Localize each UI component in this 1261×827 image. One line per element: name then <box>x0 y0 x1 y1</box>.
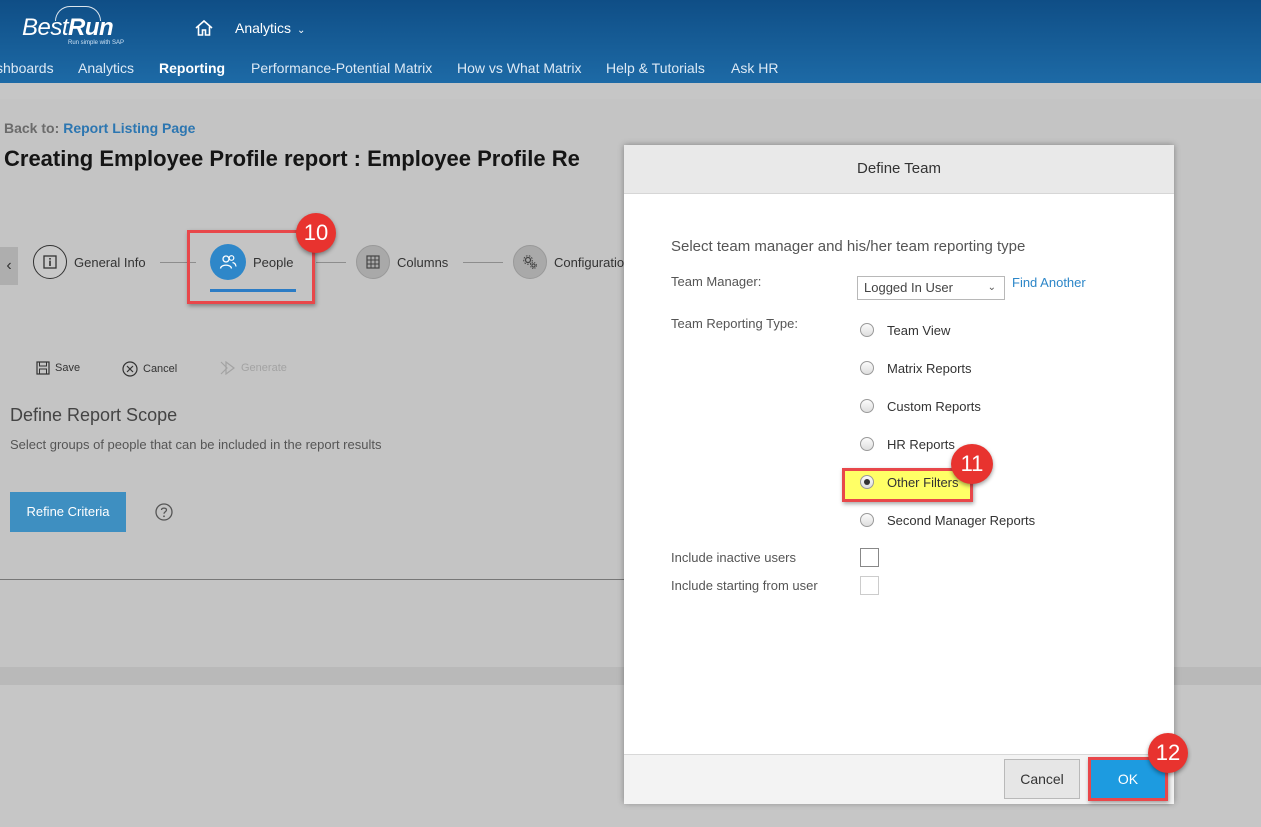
steps-scroll-left-button[interactable]: ‹ <box>0 247 18 285</box>
back-to: Back to: Report Listing Page <box>4 120 195 136</box>
nav-item-ask-hr[interactable]: Ask HR <box>731 60 778 76</box>
step-label-general-info: General Info <box>74 254 146 270</box>
dialog-heading: Select team manager and his/her team rep… <box>671 238 1026 255</box>
radio-button[interactable] <box>860 323 874 337</box>
nav-item-analytics[interactable]: Analytics <box>78 60 134 76</box>
section-divider <box>0 579 624 580</box>
save-button[interactable]: Save <box>36 361 80 375</box>
radio-team-view[interactable]: Team View <box>860 320 950 340</box>
radio-label: Other Filters <box>887 474 959 490</box>
include-inactive-checkbox[interactable] <box>860 548 879 567</box>
nav-item-reporting[interactable]: Reporting <box>159 60 225 76</box>
cancel-button[interactable]: Cancel <box>122 361 177 377</box>
include-starting-label: Include starting from user <box>671 578 818 593</box>
radio-label: Second Manager Reports <box>887 512 1036 528</box>
page-title: Creating Employee Profile report : Emplo… <box>4 146 580 171</box>
radio-label: Custom Reports <box>887 398 981 414</box>
radio-label: HR Reports <box>887 436 955 452</box>
radio-matrix-reports[interactable]: Matrix Reports <box>860 358 972 378</box>
find-another-link[interactable]: Find Another <box>1012 275 1086 290</box>
annotation-badge-10: 10 <box>296 213 336 253</box>
annotation-badge-12: 12 <box>1148 733 1188 773</box>
help-icon[interactable] <box>155 503 173 521</box>
team-manager-label: Team Manager: <box>671 274 762 289</box>
back-to-label: Back to: <box>4 120 60 136</box>
step-general-info[interactable]: General Info <box>33 244 146 280</box>
include-inactive-label: Include inactive users <box>671 550 797 565</box>
step-label-columns: Columns <box>397 254 449 270</box>
section-subtitle: Select groups of people that can be incl… <box>10 437 382 452</box>
radio-label: Matrix Reports <box>887 360 972 376</box>
nav-item-how-vs-what-matrix[interactable]: How vs What Matrix <box>457 60 581 76</box>
step-columns[interactable]: Columns <box>356 244 448 280</box>
radio-button[interactable] <box>860 513 874 527</box>
chevron-down-icon: ⌄ <box>987 282 996 293</box>
include-starting-checkbox[interactable] <box>860 576 879 595</box>
radio-second-manager-reports[interactable]: Second Manager Reports <box>860 510 1035 530</box>
gear-icon <box>513 245 547 279</box>
radio-custom-reports[interactable]: Custom Reports <box>860 396 981 416</box>
generate-icon <box>220 361 235 375</box>
home-icon[interactable] <box>194 18 214 38</box>
step-connector <box>463 262 503 263</box>
save-icon <box>36 361 50 375</box>
radio-other-filters[interactable]: Other Filters <box>860 472 959 492</box>
top-nav: shboards Analytics Reporting Performance… <box>0 60 1261 80</box>
nav-item-dashboards[interactable]: shboards <box>0 60 54 76</box>
bestrun-logo[interactable]: BestRun <box>22 14 114 42</box>
team-reporting-type-label: Team Reporting Type: <box>671 316 798 331</box>
nav-item-help-tutorials[interactable]: Help & Tutorials <box>606 60 705 76</box>
radio-button[interactable] <box>860 399 874 413</box>
chevron-down-icon: ⌄ <box>297 25 306 36</box>
report-listing-link[interactable]: Report Listing Page <box>63 120 195 136</box>
dialog-title: Define Team <box>624 145 1174 194</box>
close-circle-icon <box>122 361 138 377</box>
app-header: BestRun Run simple with SAP Analytics ⌄ s… <box>0 0 1261 83</box>
refine-criteria-button[interactable]: Refine Criteria <box>10 492 126 532</box>
logo-light: Best <box>22 14 69 41</box>
cancel-label: Cancel <box>143 363 178 375</box>
section-title: Define Report Scope <box>10 405 178 425</box>
radio-hr-reports[interactable]: HR Reports <box>860 434 955 454</box>
logo-tagline: Run simple with SAP <box>68 40 125 46</box>
define-team-dialog: Define Team Select team manager and his/… <box>624 145 1188 804</box>
info-icon <box>33 245 67 279</box>
columns-icon <box>356 245 390 279</box>
radio-button[interactable] <box>860 361 874 375</box>
dialog-cancel-button[interactable]: Cancel <box>1004 759 1080 799</box>
radio-label: Team View <box>887 322 951 338</box>
step-configuration[interactable]: Configuratio <box>513 244 624 280</box>
radio-button[interactable] <box>860 437 874 451</box>
nav-item-performance-potential-matrix[interactable]: Performance-Potential Matrix <box>251 60 432 76</box>
generate-button[interactable]: Generate <box>220 361 287 375</box>
team-manager-value: Logged In User <box>864 280 953 295</box>
analytics-module-menu[interactable]: Analytics ⌄ <box>235 20 305 36</box>
logo-bold: Run <box>68 14 114 41</box>
analytics-menu-label: Analytics <box>235 20 292 36</box>
team-manager-select[interactable]: Logged In User ⌄ <box>857 276 1005 300</box>
radio-button-checked[interactable] <box>860 475 874 489</box>
save-label: Save <box>55 362 81 374</box>
annotation-badge-11: 11 <box>951 444 993 484</box>
generate-label: Generate <box>241 362 287 374</box>
annotation-highlight-people <box>187 230 315 304</box>
step-label-configuration: Configuratio <box>554 254 625 270</box>
step-connector <box>316 262 346 263</box>
